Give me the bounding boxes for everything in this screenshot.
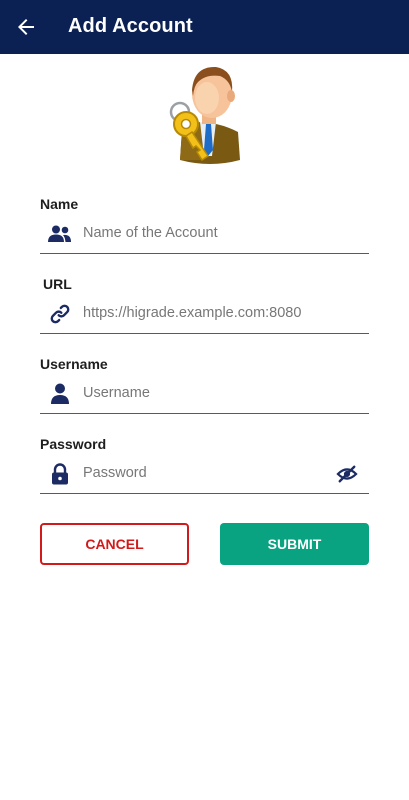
user-key-icon: [169, 66, 240, 164]
arrow-left-icon: [18, 19, 34, 35]
toggle-password-visibility[interactable]: [335, 463, 359, 485]
username-input[interactable]: [83, 379, 323, 407]
username-field[interactable]: [40, 375, 369, 414]
password-input[interactable]: [83, 459, 323, 487]
url-field[interactable]: [40, 295, 369, 334]
name-field[interactable]: [40, 215, 369, 254]
lock-icon: [48, 463, 72, 485]
account-avatar: [160, 60, 250, 168]
eye-off-icon: [336, 465, 358, 483]
back-button[interactable]: [14, 15, 38, 39]
url-input[interactable]: [83, 299, 323, 327]
users-icon: [48, 223, 72, 245]
password-field[interactable]: [40, 455, 369, 494]
app-bar: Add Account: [0, 0, 409, 54]
url-label: URL: [43, 276, 72, 292]
cancel-button[interactable]: CANCEL: [40, 523, 189, 565]
username-label: Username: [40, 356, 108, 372]
password-label: Password: [40, 436, 107, 452]
name-input[interactable]: [83, 219, 323, 247]
name-label: Name: [40, 196, 79, 212]
link-icon: [48, 303, 72, 325]
submit-button[interactable]: SUBMIT: [220, 523, 369, 565]
user-icon: [48, 383, 72, 405]
page-title: Add Account: [68, 15, 193, 37]
